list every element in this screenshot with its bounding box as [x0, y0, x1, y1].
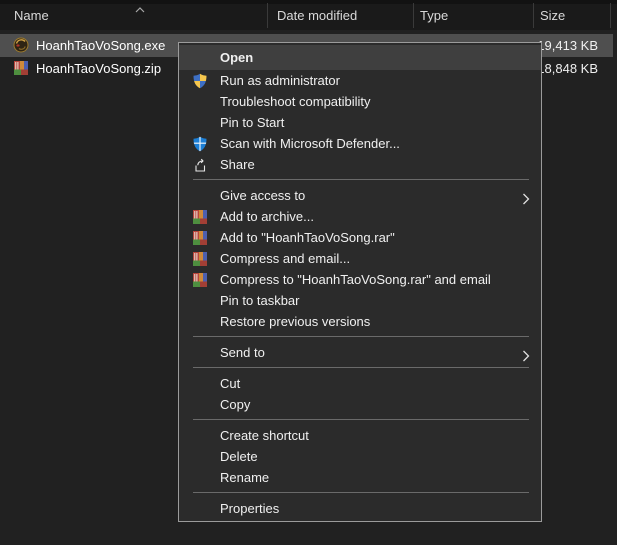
- menu-item-label: Add to "HoanhTaoVoSong.rar": [220, 230, 395, 245]
- menu-item-share[interactable]: Share: [179, 154, 541, 175]
- column-header-date-modified[interactable]: Date modified: [277, 8, 357, 23]
- game-exe-icon: [13, 37, 29, 53]
- menu-item-send-to[interactable]: Send to: [179, 342, 541, 363]
- column-divider[interactable]: [413, 3, 414, 28]
- column-divider[interactable]: [610, 3, 611, 28]
- column-divider[interactable]: [533, 3, 534, 28]
- file-name: HoanhTaoVoSong.zip: [36, 61, 161, 76]
- menu-item-label: Properties: [220, 501, 279, 516]
- winrar-icon: [192, 251, 208, 267]
- sort-ascending-icon: [134, 1, 146, 19]
- menu-item-compress-and-email[interactable]: Compress and email...: [179, 248, 541, 269]
- column-header-type[interactable]: Type: [420, 8, 448, 23]
- file-name: HoanhTaoVoSong.exe: [36, 38, 165, 53]
- menu-item-label: Compress and email...: [220, 251, 350, 266]
- menu-item-label: Pin to Start: [220, 115, 284, 130]
- column-header-name[interactable]: Name: [14, 8, 49, 23]
- menu-item-delete[interactable]: Delete: [179, 446, 541, 467]
- menu-item-label: Send to: [220, 345, 265, 360]
- menu-item-compress-to-named-rar-and-email[interactable]: Compress to "HoanhTaoVoSong.rar" and ema…: [179, 269, 541, 290]
- file-size: 18,848 KB: [537, 61, 598, 76]
- menu-item-restore-previous-versions[interactable]: Restore previous versions: [179, 311, 541, 332]
- menu-item-label: Give access to: [220, 188, 305, 203]
- menu-item-label: Create shortcut: [220, 428, 309, 443]
- menu-item-label: Open: [220, 50, 253, 65]
- menu-item-label: Cut: [220, 376, 240, 391]
- menu-item-label: Share: [220, 157, 255, 172]
- file-explorer-window: Name Date modified Type Size HoanhTaoVoS…: [0, 0, 617, 545]
- menu-item-add-to-archive[interactable]: Add to archive...: [179, 206, 541, 227]
- winrar-icon: [192, 272, 208, 288]
- menu-item-label: Run as administrator: [220, 73, 340, 88]
- submenu-chevron-icon: [522, 347, 530, 359]
- menu-item-copy[interactable]: Copy: [179, 394, 541, 415]
- menu-item-scan-with-defender[interactable]: Scan with Microsoft Defender...: [179, 133, 541, 154]
- context-menu: Open Run as administrator Troubleshoot c…: [178, 42, 542, 522]
- menu-item-open[interactable]: Open: [179, 45, 541, 70]
- menu-item-give-access-to[interactable]: Give access to: [179, 185, 541, 206]
- menu-item-label: Pin to taskbar: [220, 293, 300, 308]
- menu-item-label: Restore previous versions: [220, 314, 370, 329]
- column-header-size[interactable]: Size: [540, 8, 565, 23]
- column-header-bar: Name Date modified Type Size: [0, 0, 617, 30]
- column-divider[interactable]: [267, 3, 268, 28]
- file-size: 19,413 KB: [537, 38, 598, 53]
- menu-item-create-shortcut[interactable]: Create shortcut: [179, 425, 541, 446]
- menu-separator: [193, 179, 529, 180]
- menu-item-label: Delete: [220, 449, 258, 464]
- header-top-strip: [0, 0, 617, 4]
- menu-item-pin-to-start[interactable]: Pin to Start: [179, 112, 541, 133]
- menu-item-label: Compress to "HoanhTaoVoSong.rar" and ema…: [220, 272, 491, 287]
- menu-item-cut[interactable]: Cut: [179, 373, 541, 394]
- menu-item-label: Add to archive...: [220, 209, 314, 224]
- menu-separator: [193, 367, 529, 368]
- menu-item-troubleshoot-compatibility[interactable]: Troubleshoot compatibility: [179, 91, 541, 112]
- menu-separator: [193, 336, 529, 337]
- uac-shield-icon: [192, 73, 208, 89]
- menu-item-run-as-administrator[interactable]: Run as administrator: [179, 70, 541, 91]
- winrar-icon: [192, 209, 208, 225]
- menu-item-label: Rename: [220, 470, 269, 485]
- menu-item-pin-to-taskbar[interactable]: Pin to taskbar: [179, 290, 541, 311]
- menu-item-label: Troubleshoot compatibility: [220, 94, 371, 109]
- defender-shield-icon: [192, 136, 208, 152]
- menu-item-properties[interactable]: Properties: [179, 498, 541, 519]
- share-icon: [192, 157, 208, 173]
- winrar-archive-icon: [13, 60, 29, 76]
- menu-separator: [193, 492, 529, 493]
- menu-item-rename[interactable]: Rename: [179, 467, 541, 488]
- menu-item-label: Scan with Microsoft Defender...: [220, 136, 400, 151]
- submenu-chevron-icon: [522, 190, 530, 202]
- menu-separator: [193, 419, 529, 420]
- menu-item-add-to-named-rar[interactable]: Add to "HoanhTaoVoSong.rar": [179, 227, 541, 248]
- winrar-icon: [192, 230, 208, 246]
- menu-item-label: Copy: [220, 397, 250, 412]
